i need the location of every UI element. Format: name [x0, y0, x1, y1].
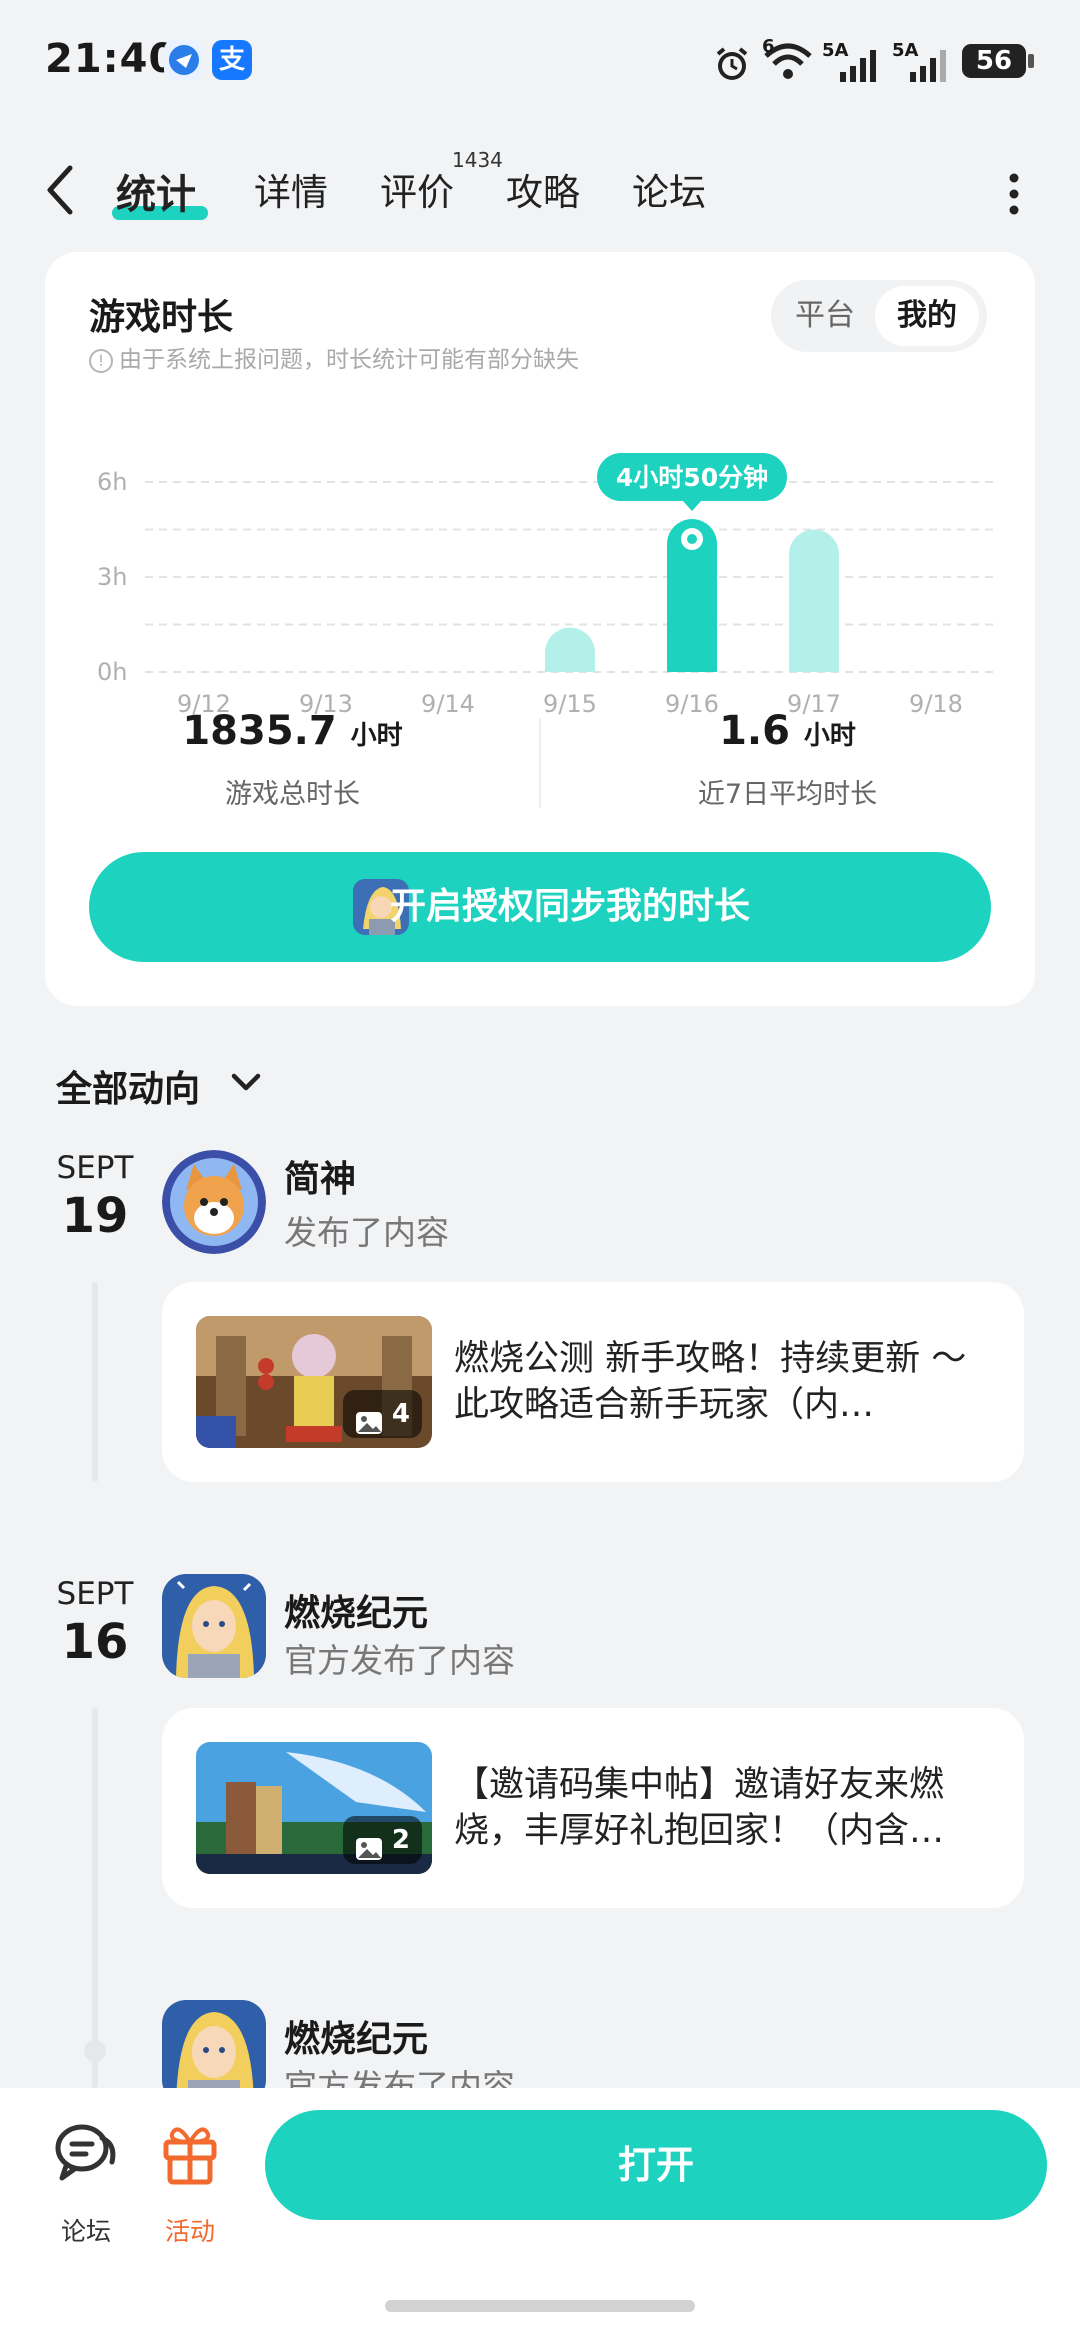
author-name[interactable]: 燃烧纪元 [284, 1584, 428, 1636]
chart-bar[interactable] [789, 529, 839, 673]
y-tick-label: 0h [97, 658, 127, 686]
home-indicator[interactable] [385, 2300, 695, 2312]
tab-details[interactable]: 详情 [254, 162, 328, 216]
y-tick-label: 3h [97, 563, 127, 591]
post-thumbnail: 2 [196, 1742, 432, 1874]
entry-day: 16 [61, 1614, 129, 1670]
wifi-icon: 6 [762, 36, 814, 86]
forum-icon [55, 2124, 116, 2181]
battery-tip [1028, 54, 1034, 68]
toggle-platform[interactable]: 平台 [783, 280, 867, 352]
y-tick-label: 6h [97, 468, 127, 496]
timeline-line [92, 1282, 98, 1482]
total-hours-value: 1835.7 [182, 708, 337, 754]
entry-month: SEPT [56, 1576, 134, 1612]
post-excerpt: 燃烧公测 新手攻略！持续更新 ～ 此攻略适合新手玩家（内… [454, 1339, 967, 1425]
review-count-badge: 1434 [452, 148, 503, 172]
feed-filter-dropdown[interactable]: 全部动向 [56, 1060, 200, 1112]
tab-forum[interactable]: 论坛 [632, 162, 706, 216]
avatar[interactable] [162, 1574, 266, 1678]
cell-signal-icon: 5A [822, 40, 882, 82]
top-tab-bar: 统计 详情 评价 1434 攻略 论坛 [0, 140, 1080, 240]
open-game-button[interactable]: 打开 [265, 2110, 1047, 2220]
tab-stats[interactable]: 统计 [116, 162, 196, 220]
info-icon: ! [89, 348, 113, 373]
total-hours: 1835.7 小时 [45, 708, 540, 754]
data-note: ! 由于系统上报问题，时长统计可能有部分缺失 [89, 340, 579, 374]
tab-guides[interactable]: 攻略 [506, 162, 580, 216]
clock: 21:40 [45, 36, 178, 82]
image-icon [355, 1403, 383, 1434]
author-name[interactable]: 燃烧纪元 [284, 2010, 428, 2062]
author-action: 发布了内容 [284, 1213, 449, 1252]
avg-hours: 1.6 小时 [540, 708, 1035, 754]
forum-nav-label: 论坛 [60, 2217, 111, 2246]
sync-button-label: 开启授权同步我的时长 [389, 886, 750, 927]
battery-indicator: 56 [962, 44, 1026, 78]
chevron-down-icon[interactable] [226, 1060, 266, 1104]
author-action: 官方发布了内容 [284, 1641, 515, 1680]
timeline-line [92, 1708, 98, 2088]
chart-tooltip-pointer [683, 501, 701, 512]
activity-nav-button[interactable]: 活动 [140, 2116, 240, 2246]
avg-hours-label: 近7日平均时长 [697, 779, 878, 810]
total-hours-unit: 小时 [350, 721, 403, 751]
app-notification-icon [164, 40, 204, 80]
alipay-icon: 支 [212, 40, 252, 80]
avatar[interactable] [162, 1150, 266, 1254]
tab-reviews[interactable]: 评价 [380, 162, 454, 216]
sync-playtime-button[interactable]: 开启授权同步我的时长 [89, 852, 991, 962]
back-button[interactable] [40, 162, 90, 222]
selected-bar-marker-center [687, 534, 697, 545]
play-time-chart: 0h3h6h9/12 9/13 9/14 9/154小时50分钟9/16 9/17 9/1… [97, 453, 995, 718]
entry-day: 19 [61, 1188, 129, 1244]
card-title: 游戏时长 [89, 297, 234, 338]
more-options-icon[interactable] [996, 166, 1032, 222]
entry-month: SEPT [56, 1150, 134, 1186]
cell-signal-icon: 5A [892, 40, 952, 82]
toggle-mine[interactable]: 我的 [875, 286, 979, 346]
author-name[interactable]: 简神 [284, 1150, 356, 1202]
chart-bar[interactable] [545, 627, 595, 672]
bottom-action-bar: 论坛 活动 打开 [0, 2088, 1080, 2330]
post-card[interactable]: 2 【邀请码集中帖】邀请好友来燃烧，丰厚好礼抱回家！（内含… [162, 1708, 1024, 1908]
image-count: 4 [391, 1399, 410, 1429]
data-note-text: 由于系统上报问题，时长统计可能有部分缺失 [119, 347, 579, 373]
avg-hours-unit: 小时 [803, 721, 856, 751]
source-toggle: 平台 我的 [771, 280, 987, 352]
post-excerpt: 【邀请码集中帖】邀请好友来燃烧，丰厚好礼抱回家！（内含… [454, 1765, 945, 1851]
image-icon [355, 1829, 383, 1860]
avg-hours-value: 1.6 [719, 708, 790, 754]
post-thumbnail: 4 [196, 1316, 432, 1448]
post-card[interactable]: 4 燃烧公测 新手攻略！持续更新 ～ 此攻略适合新手玩家（内… [162, 1282, 1024, 1482]
chart-tooltip-label: 4小时50分钟 [616, 463, 768, 492]
status-bar: 21:40 支 6 5A 5A 56 [0, 0, 1080, 120]
alarm-icon [712, 44, 752, 88]
image-count-badge: 2 [342, 1816, 422, 1864]
timeline-dot [84, 2040, 106, 2062]
total-hours-label: 游戏总时长 [225, 779, 360, 810]
play-time-card: 游戏时长 ! 由于系统上报问题，时长统计可能有部分缺失 平台 我的 0h 3h 6h 9… [45, 252, 1035, 1006]
gift-icon [163, 2127, 217, 2185]
summary-row: 1835.7 小时 游戏总时长 1.6 小时 近7日平均时长 [45, 708, 1035, 818]
forum-nav-button[interactable]: 论坛 [36, 2116, 136, 2246]
activity-nav-label: 活动 [164, 2217, 215, 2246]
image-count: 2 [391, 1825, 410, 1855]
image-count-badge: 4 [342, 1390, 422, 1438]
